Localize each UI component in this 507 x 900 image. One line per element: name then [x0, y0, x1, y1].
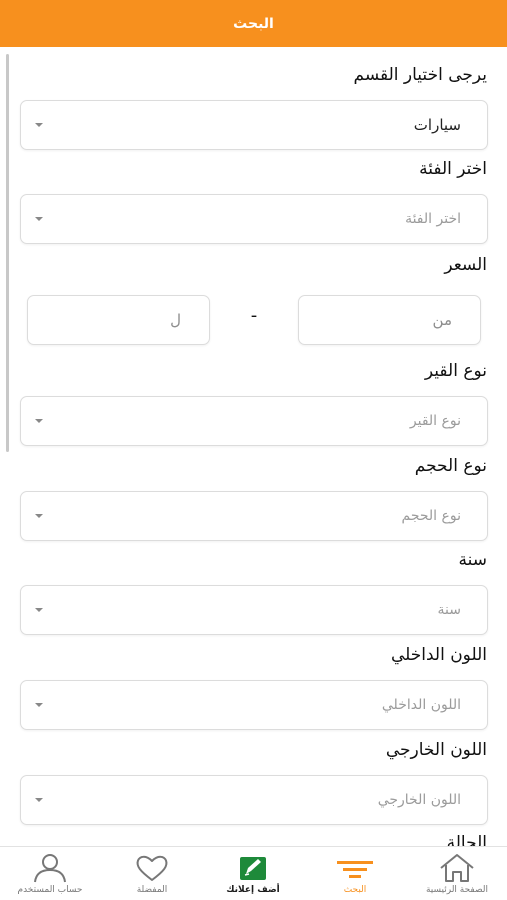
- category-select[interactable]: اختر الفئة: [20, 194, 488, 244]
- size-select-placeholder: نوع الحجم: [401, 508, 461, 524]
- tab-search[interactable]: البحث: [305, 847, 405, 900]
- caret-down-icon: [35, 703, 43, 707]
- exterior-color-label: اللون الخارجي: [385, 740, 487, 760]
- search-form: يرجى اختيار القسم سيارات اختر الفئة اختر…: [0, 47, 507, 846]
- app-header: البحث: [0, 0, 507, 47]
- price-from-placeholder: من: [432, 311, 452, 329]
- add-ad-icon: [240, 857, 266, 880]
- interior-color-label: اللون الداخلي: [390, 645, 487, 665]
- home-icon: [440, 854, 474, 882]
- gear-select-placeholder: نوع القير: [409, 413, 461, 429]
- size-label: نوع الحجم: [414, 456, 487, 476]
- caret-down-icon: [35, 514, 43, 518]
- tab-add-ad-label: أضف إعلانك: [226, 885, 280, 895]
- caret-down-icon: [35, 123, 43, 127]
- page-title: البحث: [233, 15, 274, 32]
- filter-icon: [337, 861, 373, 878]
- caret-down-icon: [35, 608, 43, 612]
- tab-home[interactable]: الصفحة الرئيسية: [407, 847, 507, 900]
- exterior-color-select[interactable]: اللون الخارجي: [20, 775, 488, 825]
- bottom-tab-bar: الصفحة الرئيسية البحث أضف إعلانك المفضلة…: [0, 846, 507, 900]
- caret-down-icon: [35, 798, 43, 802]
- category-label: اختر الفئة: [419, 159, 487, 179]
- tab-add-ad[interactable]: أضف إعلانك: [203, 847, 303, 900]
- price-from-field[interactable]: من: [298, 295, 481, 345]
- price-to-placeholder: ل: [170, 311, 181, 329]
- heart-icon: [136, 855, 168, 881]
- gear-label: نوع القير: [424, 361, 487, 381]
- section-label: يرجى اختيار القسم: [353, 65, 487, 85]
- section-select[interactable]: سيارات: [20, 100, 488, 150]
- gear-select[interactable]: نوع القير: [20, 396, 488, 446]
- section-select-value: سيارات: [413, 116, 461, 134]
- tab-account-label: حساب المستخدم: [17, 885, 83, 895]
- price-label: السعر: [444, 255, 487, 275]
- year-label: سنة: [458, 550, 488, 570]
- exterior-color-select-placeholder: اللون الخارجي: [377, 792, 461, 808]
- year-select[interactable]: سنة: [20, 585, 488, 635]
- price-separator: -: [250, 305, 258, 326]
- size-select[interactable]: نوع الحجم: [20, 491, 488, 541]
- condition-label: الحالة: [446, 833, 487, 846]
- user-icon: [34, 854, 66, 883]
- tab-search-label: البحث: [343, 885, 367, 895]
- price-to-field[interactable]: ل: [27, 295, 210, 345]
- caret-down-icon: [35, 217, 43, 221]
- interior-color-select-placeholder: اللون الداخلي: [381, 697, 461, 713]
- caret-down-icon: [35, 419, 43, 423]
- year-select-placeholder: سنة: [437, 602, 461, 618]
- category-select-placeholder: اختر الفئة: [405, 211, 461, 227]
- tab-favorites[interactable]: المفضلة: [102, 847, 202, 900]
- tab-account[interactable]: حساب المستخدم: [0, 847, 100, 900]
- tab-favorites-label: المفضلة: [136, 885, 168, 895]
- tab-home-label: الصفحة الرئيسية: [425, 885, 489, 895]
- interior-color-select[interactable]: اللون الداخلي: [20, 680, 488, 730]
